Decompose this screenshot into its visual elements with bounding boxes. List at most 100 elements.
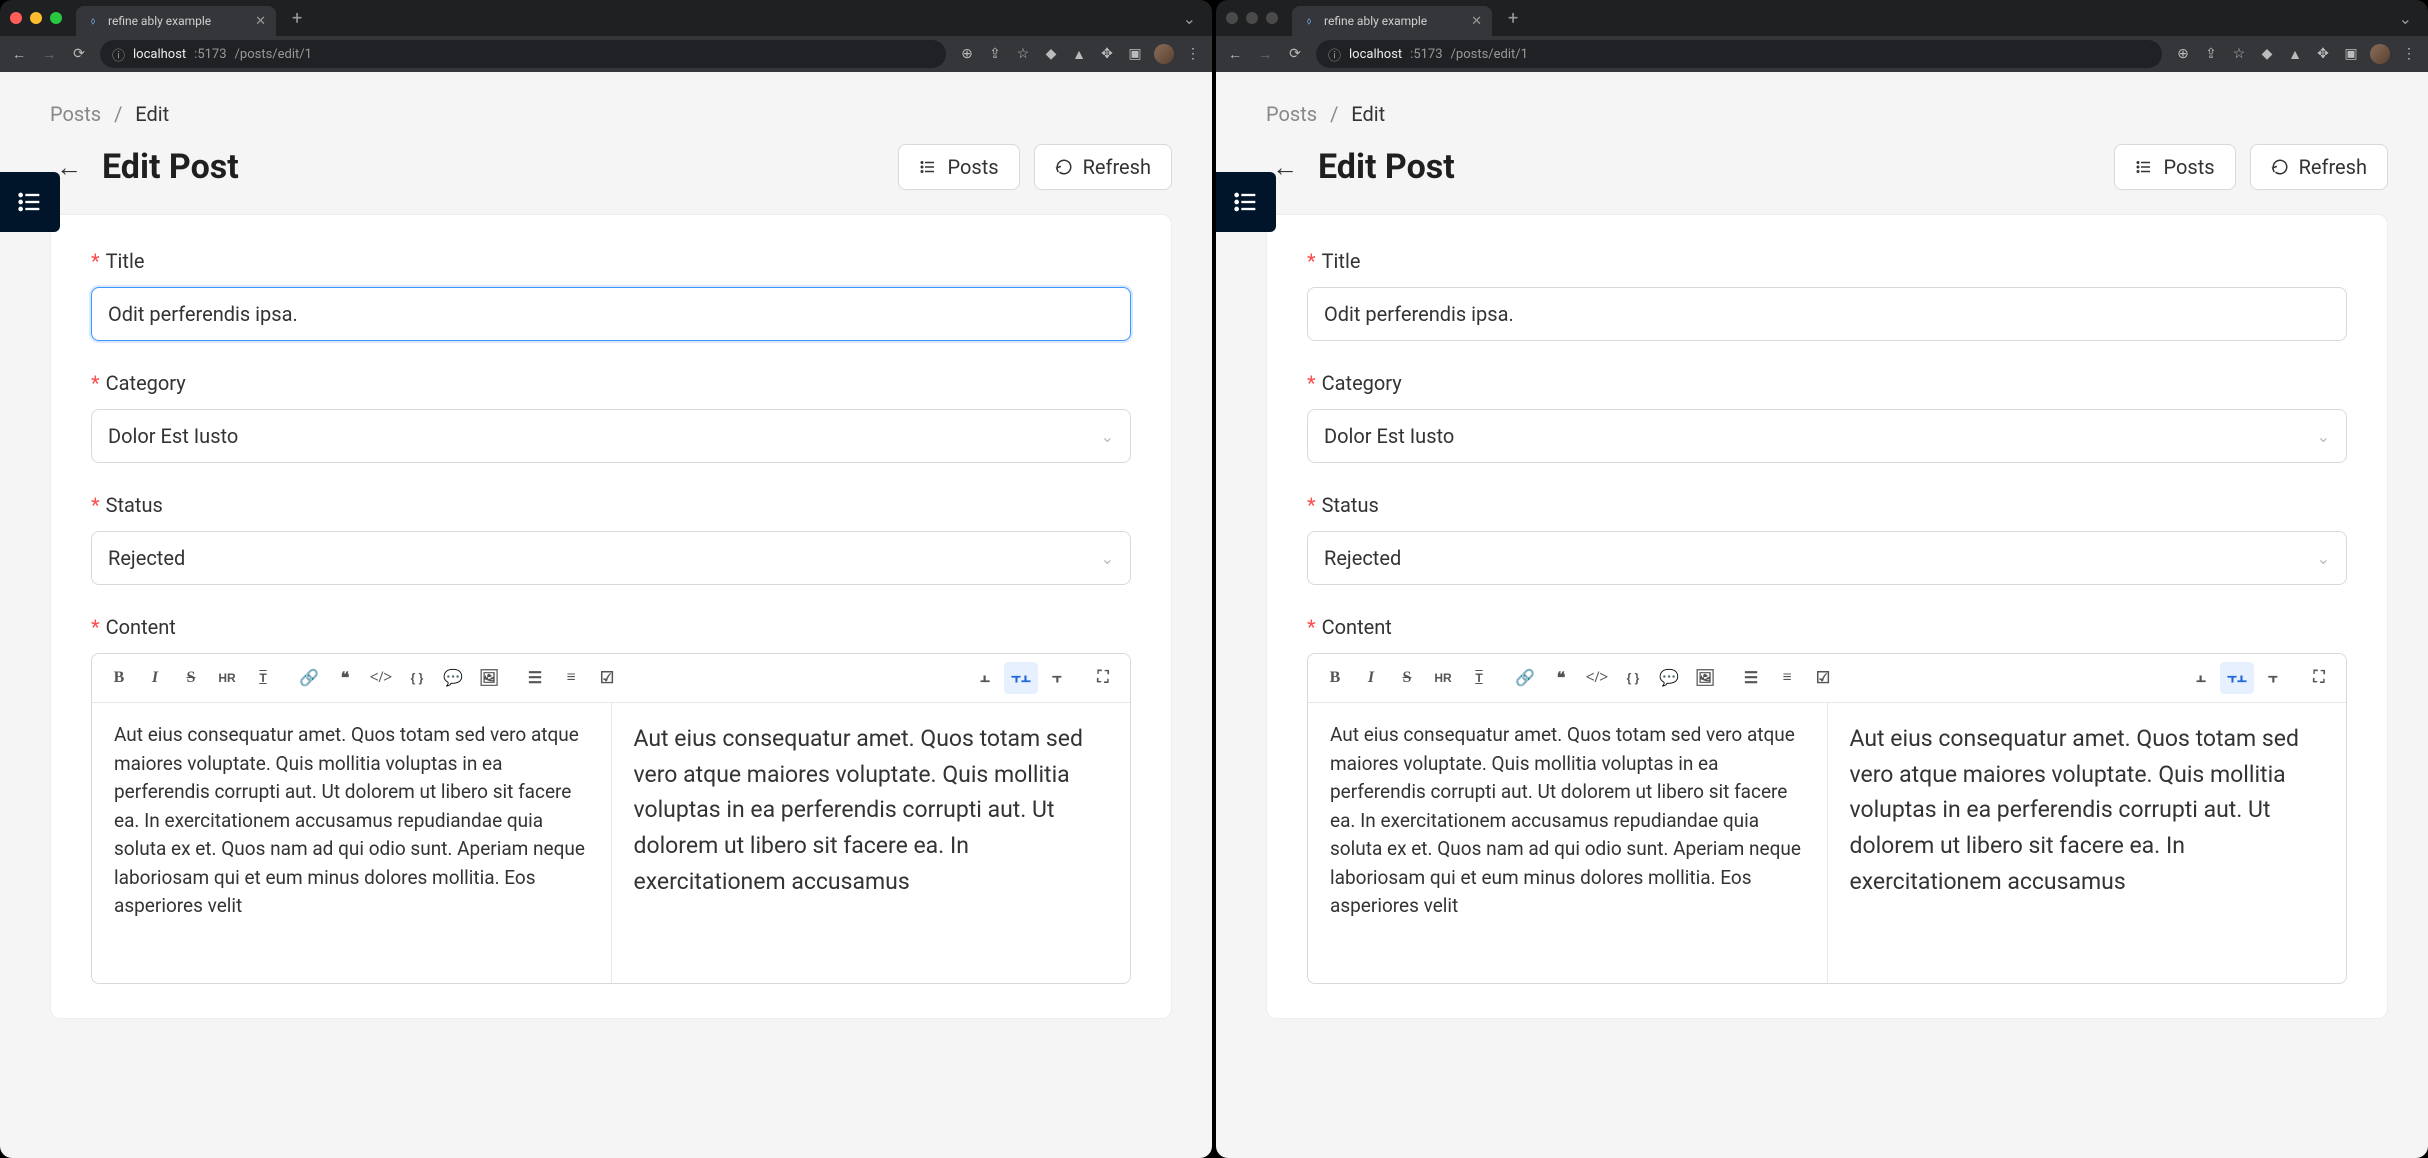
code-icon[interactable]: </>: [1580, 662, 1614, 694]
extensions-puzzle-icon[interactable]: ✥: [1098, 45, 1116, 63]
unordered-list-icon[interactable]: ☰: [518, 662, 552, 694]
code-icon[interactable]: </>: [364, 662, 398, 694]
minimize-window-icon[interactable]: [30, 12, 42, 24]
fullscreen-icon[interactable]: ⛶: [2302, 662, 2336, 694]
zoom-icon[interactable]: ⊕: [958, 45, 976, 63]
nav-forward-button[interactable]: →: [40, 46, 58, 63]
site-info-icon[interactable]: ⓘ: [112, 45, 125, 64]
image-icon[interactable]: 🖼: [1688, 662, 1722, 694]
strikethrough-icon[interactable]: S: [174, 662, 208, 694]
close-tab-icon[interactable]: ✕: [255, 14, 266, 29]
refresh-button[interactable]: Refresh: [1034, 144, 1172, 190]
checklist-icon[interactable]: ☑: [1806, 662, 1840, 694]
close-window-icon[interactable]: [1226, 12, 1238, 24]
status-select[interactable]: Rejected ⌄: [1307, 531, 2347, 585]
link-icon[interactable]: 🔗: [292, 662, 326, 694]
quote-icon[interactable]: ❝: [328, 662, 362, 694]
share-icon[interactable]: ⇪: [2202, 45, 2220, 63]
bookmark-icon[interactable]: ☆: [1014, 45, 1032, 63]
url-input[interactable]: ⓘ localhost:5173/posts/edit/1: [1316, 40, 2162, 68]
split-view-icon[interactable]: ⫟⫠: [1004, 662, 1038, 694]
reload-button[interactable]: ⟳: [70, 46, 88, 62]
link-icon[interactable]: 🔗: [1508, 662, 1542, 694]
browser-menu-icon[interactable]: ⋮: [1184, 45, 1202, 63]
extension-3-icon[interactable]: ▣: [1126, 45, 1144, 63]
ordered-list-icon[interactable]: ≡: [554, 662, 588, 694]
editor-source-pane[interactable]: Aut eius consequatur amet. Quos totam se…: [92, 703, 611, 983]
zoom-icon[interactable]: ⊕: [2174, 45, 2192, 63]
profile-avatar[interactable]: [1154, 44, 1174, 64]
edit-form-card: *Title Odit perferendis ipsa. *Category …: [1266, 214, 2388, 1019]
category-value: Dolor Est Iusto: [1324, 424, 1454, 448]
sidebar-toggle-button[interactable]: [0, 172, 60, 232]
strikethrough-icon[interactable]: S: [1390, 662, 1424, 694]
nav-back-button[interactable]: ←: [10, 46, 28, 63]
italic-icon[interactable]: I: [138, 662, 172, 694]
code-block-icon[interactable]: { }: [1616, 662, 1650, 694]
browser-tab[interactable]: ⬨ refine ably example ✕: [1292, 6, 1492, 36]
breadcrumb-posts-link[interactable]: Posts: [50, 102, 101, 126]
preview-only-view-icon[interactable]: ⫟: [2256, 662, 2290, 694]
profile-avatar[interactable]: [2370, 44, 2390, 64]
posts-list-button[interactable]: Posts: [2114, 144, 2235, 190]
browser-tab[interactable]: ⬨ refine ably example ✕: [76, 6, 276, 36]
italic-icon[interactable]: I: [1354, 662, 1388, 694]
breadcrumb-posts-link[interactable]: Posts: [1266, 102, 1317, 126]
refresh-button[interactable]: Refresh: [2250, 144, 2388, 190]
tab-title: refine ably example: [1324, 14, 1427, 28]
split-view-icon[interactable]: ⫟⫠: [2220, 662, 2254, 694]
tabs-dropdown-icon[interactable]: ⌄: [1177, 9, 1202, 28]
fullscreen-icon[interactable]: ⛶: [1086, 662, 1120, 694]
reload-button[interactable]: ⟳: [1286, 46, 1304, 62]
category-select[interactable]: Dolor Est Iusto ⌄: [1307, 409, 2347, 463]
code-block-icon[interactable]: { }: [400, 662, 434, 694]
extension-2-icon[interactable]: ▲: [1070, 45, 1088, 63]
bookmark-icon[interactable]: ☆: [2230, 45, 2248, 63]
checklist-icon[interactable]: ☑: [590, 662, 624, 694]
heading-icon[interactable]: T: [246, 662, 280, 694]
extension-1-icon[interactable]: ◆: [1042, 45, 1060, 63]
nav-forward-button[interactable]: →: [1256, 46, 1274, 63]
minimize-window-icon[interactable]: [1246, 12, 1258, 24]
extension-2-icon[interactable]: ▲: [2286, 45, 2304, 63]
url-input[interactable]: ⓘ localhost:5173/posts/edit/1: [100, 40, 946, 68]
maximize-window-icon[interactable]: [1266, 12, 1278, 24]
bold-icon[interactable]: B: [102, 662, 136, 694]
close-tab-icon[interactable]: ✕: [1471, 14, 1482, 29]
browser-menu-icon[interactable]: ⋮: [2400, 45, 2418, 63]
share-icon[interactable]: ⇪: [986, 45, 1004, 63]
ordered-list-icon[interactable]: ≡: [1770, 662, 1804, 694]
new-tab-button[interactable]: +: [284, 8, 310, 29]
title-input[interactable]: Odit perferendis ipsa.: [91, 287, 1131, 341]
menu-list-icon: [16, 188, 44, 216]
category-label: *Category: [91, 371, 1131, 395]
nav-back-button[interactable]: ←: [1226, 46, 1244, 63]
new-tab-button[interactable]: +: [1500, 8, 1526, 29]
posts-list-button[interactable]: Posts: [898, 144, 1019, 190]
extension-1-icon[interactable]: ◆: [2258, 45, 2276, 63]
editor-toolbar: B I S HR T 🔗 ❝ </> { } 💬 🖼 ☰: [1308, 654, 2346, 703]
preview-only-view-icon[interactable]: ⫟: [1040, 662, 1074, 694]
image-icon[interactable]: 🖼: [472, 662, 506, 694]
close-window-icon[interactable]: [10, 12, 22, 24]
quote-icon[interactable]: ❝: [1544, 662, 1578, 694]
extensions-puzzle-icon[interactable]: ✥: [2314, 45, 2332, 63]
edit-only-view-icon[interactable]: ⫠: [2184, 662, 2218, 694]
comment-icon[interactable]: 💬: [1652, 662, 1686, 694]
bold-icon[interactable]: B: [1318, 662, 1352, 694]
comment-icon[interactable]: 💬: [436, 662, 470, 694]
maximize-window-icon[interactable]: [50, 12, 62, 24]
sidebar-toggle-button[interactable]: [1216, 172, 1276, 232]
extension-3-icon[interactable]: ▣: [2342, 45, 2360, 63]
editor-source-pane[interactable]: Aut eius consequatur amet. Quos totam se…: [1308, 703, 1827, 983]
heading-icon[interactable]: T: [1462, 662, 1496, 694]
category-select[interactable]: Dolor Est Iusto ⌄: [91, 409, 1131, 463]
hr-icon[interactable]: HR: [210, 662, 244, 694]
title-input[interactable]: Odit perferendis ipsa.: [1307, 287, 2347, 341]
hr-icon[interactable]: HR: [1426, 662, 1460, 694]
tabs-dropdown-icon[interactable]: ⌄: [2393, 9, 2418, 28]
site-info-icon[interactable]: ⓘ: [1328, 45, 1341, 64]
unordered-list-icon[interactable]: ☰: [1734, 662, 1768, 694]
status-select[interactable]: Rejected ⌄: [91, 531, 1131, 585]
edit-only-view-icon[interactable]: ⫠: [968, 662, 1002, 694]
